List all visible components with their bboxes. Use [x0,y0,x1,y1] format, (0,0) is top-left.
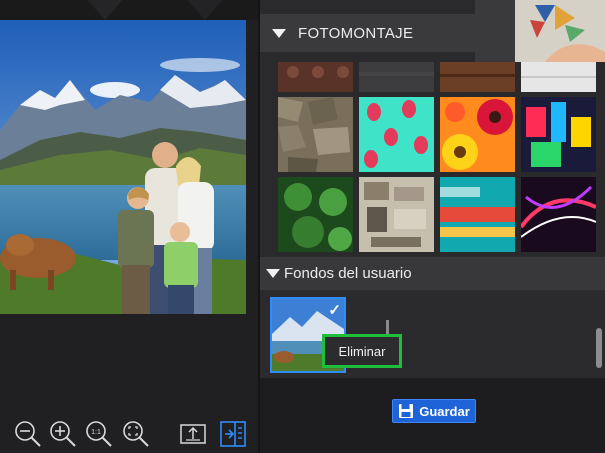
zoom-in-button[interactable] [48,419,78,449]
delete-tooltip[interactable]: Eliminar [322,334,402,368]
collapse-arrow-icon [272,28,286,38]
banner-image [475,0,605,62]
panel-toggle-button[interactable] [218,419,248,449]
photo-preview[interactable] [0,20,246,314]
zoom-actual-label: 1:1 [91,429,101,436]
background-thumb[interactable] [278,97,353,172]
zoom-fit-button[interactable] [121,419,151,449]
fotomontaje-label: FOTOMONTAJE [298,24,414,42]
selected-check-icon: ✓ [328,302,341,319]
background-thumb[interactable] [278,62,353,92]
collapse-arrow-icon [266,269,280,278]
scrollbar-thumb[interactable] [596,328,602,368]
user-backgrounds-header[interactable]: Fondos del usuario [260,257,605,290]
background-thumb[interactable] [359,62,434,92]
top-shade [0,0,258,20]
save-button[interactable]: Guardar [392,399,476,423]
background-thumb[interactable] [359,97,434,172]
zoom-out-button[interactable] [13,419,43,449]
background-thumb[interactable] [521,62,596,92]
export-icon [180,424,206,444]
canvas-pane: 1:1 [0,0,258,453]
panel-footer: Guardar [260,378,605,453]
backgrounds-panel: FOTOMONTAJE Fondos del usuario ✓ Elimina… [260,0,605,453]
zoom-fit-icon [123,421,149,447]
drag-handle [386,320,389,334]
app-window: 1:1 FOTOMONTAJE Fondos del usuario ✓ Eli… [0,0,605,453]
background-thumb[interactable] [521,97,596,172]
save-label: Guardar [419,403,470,419]
export-button[interactable] [178,419,208,449]
zoom-out-icon [15,421,41,447]
user-backgrounds-list: ✓ Eliminar [260,290,605,378]
background-thumb[interactable] [440,62,515,92]
canvas-toolbar: 1:1 [0,413,258,453]
background-thumb[interactable] [359,177,434,252]
delete-label: Eliminar [338,343,386,359]
panel-toggle-icon [220,421,246,447]
zoom-in-icon [50,421,76,447]
zoom-actual-button[interactable]: 1:1 [84,419,114,449]
user-backgrounds-label: Fondos del usuario [284,265,412,282]
background-thumb[interactable] [278,177,353,252]
background-thumb[interactable] [440,177,515,252]
background-thumb[interactable] [440,97,515,172]
background-thumb[interactable] [521,177,596,252]
save-icon [399,404,414,418]
zoom-actual-icon: 1:1 [86,421,112,447]
